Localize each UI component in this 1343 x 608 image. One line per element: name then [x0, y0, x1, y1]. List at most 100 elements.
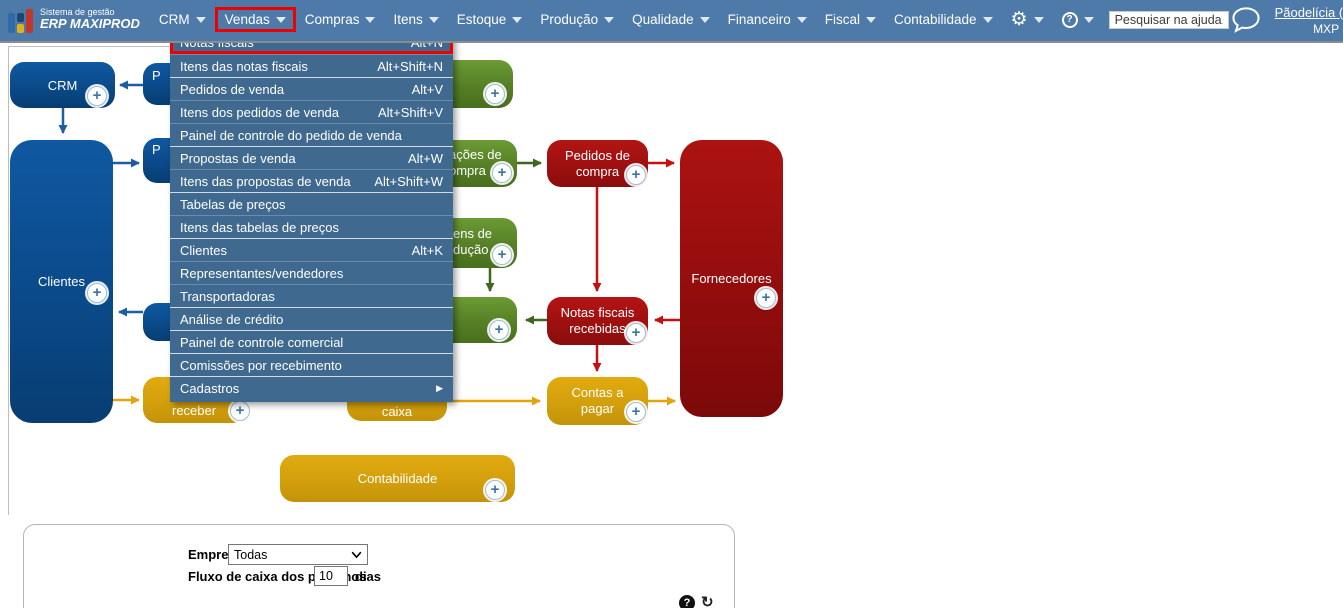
- chat-bubble-icon[interactable]: [1229, 5, 1263, 34]
- pedidos-compra-label-line1: Pedidos de: [564, 147, 631, 163]
- empresa-select[interactable]: Todas: [228, 544, 368, 565]
- logo-square-navy: [17, 12, 24, 22]
- chevron-down-icon: [428, 16, 439, 23]
- menu-item-transportadoras[interactable]: Transportadoras: [170, 284, 453, 307]
- partial-label: receber: [172, 403, 217, 418]
- menu-item-label: Clientes: [180, 242, 227, 258]
- partial-label: P: [152, 68, 161, 83]
- gear-icon: ⚙: [1010, 9, 1028, 30]
- menu-financeiro-label: Financeiro: [727, 12, 791, 27]
- crm-add-button[interactable]: +: [87, 86, 107, 106]
- dias-suffix-label: dias: [355, 569, 382, 584]
- menu-compras[interactable]: Compras: [296, 8, 385, 31]
- flow-box-clientes-label: Clientes: [38, 274, 85, 289]
- menu-item-comissoes[interactable]: Comissões por recebimento: [170, 353, 453, 376]
- chevron-down-icon: [982, 16, 993, 23]
- menu-item-propostas-venda[interactable]: Propostas de venda Alt+W: [170, 146, 453, 169]
- menu-item-cadastros[interactable]: Cadastros ▶: [170, 376, 453, 399]
- empresa-select-value: Todas: [234, 547, 268, 562]
- dias-input[interactable]: [314, 566, 348, 586]
- menu-financeiro[interactable]: Financeiro: [719, 8, 816, 31]
- menu-item-itens-pedidos-venda[interactable]: Itens dos pedidos de venda Alt+Shift+V: [170, 100, 453, 123]
- chevron-down-icon: [796, 16, 807, 23]
- menu-contabilidade[interactable]: Contabilidade: [885, 8, 1002, 31]
- menu-fiscal-label: Fiscal: [824, 12, 860, 27]
- menu-crm[interactable]: CRM: [150, 8, 215, 31]
- chevron-down-icon: [604, 16, 615, 23]
- partial-label-line1: ens de: [453, 226, 493, 241]
- menu-item-tabelas-precos[interactable]: Tabelas de preços: [170, 192, 453, 215]
- user-org-switcher[interactable]: MXP: [1275, 22, 1343, 36]
- pedidos-compra-add-button[interactable]: +: [626, 165, 646, 185]
- logo-square-blue: [8, 12, 15, 33]
- contas-receber-add-button[interactable]: +: [230, 401, 250, 421]
- menu-crm-label: CRM: [158, 12, 190, 27]
- cotacoes-add-button[interactable]: +: [492, 163, 512, 183]
- menu-item-painel-comercial[interactable]: Painel de controle comercial: [170, 330, 453, 353]
- menu-item-itens-tabelas-precos[interactable]: Itens das tabelas de preços: [170, 215, 453, 238]
- contas-pagar-label-line2: pagar: [580, 401, 615, 416]
- user-account-link[interactable]: Pãodelícia (...: [1275, 5, 1343, 20]
- notas-recebidas-label-line2: recebidas: [569, 321, 626, 336]
- refresh-icon[interactable]: ↻: [701, 593, 714, 608]
- help-menu[interactable]: ?: [1053, 8, 1103, 32]
- top-navigation-bar: Sistema de gestão ERP MAXIPROD CRM Venda…: [0, 0, 1343, 43]
- menu-qualidade[interactable]: Qualidade: [623, 8, 719, 31]
- itens-add-button[interactable]: +: [485, 84, 505, 104]
- partial-label: caixa: [381, 404, 413, 419]
- clientes-add-button[interactable]: +: [87, 283, 107, 303]
- menu-item-label: Painel de controle comercial: [180, 334, 344, 350]
- chevron-down-icon: [275, 16, 286, 23]
- menu-compras-label: Compras: [304, 12, 360, 27]
- logo-icon: [8, 7, 33, 33]
- menu-itens[interactable]: Itens: [384, 8, 447, 31]
- menu-estoque[interactable]: Estoque: [448, 8, 532, 31]
- menu-item-label: Análise de crédito: [180, 311, 284, 327]
- notas-recebidas-label-line1: Notas fiscais: [560, 305, 635, 320]
- menu-item-itens-notas-fiscais[interactable]: Itens das notas fiscais Alt+Shift+N: [170, 54, 453, 77]
- menu-item-itens-propostas-venda[interactable]: Itens das propostas de venda Alt+Shift+W: [170, 169, 453, 192]
- chevron-down-icon: [699, 16, 710, 23]
- flow-box-crm-label: CRM: [47, 77, 78, 93]
- menu-item-clientes[interactable]: Clientes Alt+K: [170, 238, 453, 261]
- help-search-input[interactable]: [1108, 10, 1229, 29]
- flow-box-fornecedores[interactable]: Fornecedores +: [680, 140, 783, 417]
- partial-label: P: [152, 142, 161, 157]
- contabilidade-add-button[interactable]: +: [485, 480, 505, 500]
- menu-contabilidade-label: Contabilidade: [893, 12, 977, 27]
- menu-item-representantes[interactable]: Representantes/vendedores: [170, 261, 453, 284]
- partial-label-line2: ompra: [449, 163, 486, 178]
- menu-item-shortcut: Alt+V: [411, 81, 443, 97]
- flow-box-crm[interactable]: CRM +: [10, 62, 115, 108]
- app-logo[interactable]: Sistema de gestão ERP MAXIPROD: [8, 7, 140, 33]
- flow-box-contas-a-pagar[interactable]: Contas a pagar +: [547, 377, 648, 425]
- menu-item-label: Itens das tabelas de preços: [180, 219, 339, 235]
- flow-box-notas-fiscais-recebidas[interactable]: Notas fiscais recebidas +: [547, 297, 648, 345]
- menu-item-label: Tabelas de preços: [180, 196, 286, 212]
- menu-item-pedidos-venda[interactable]: Pedidos de venda Alt+V: [170, 77, 453, 100]
- ordens-add-button[interactable]: +: [492, 245, 512, 265]
- menu-item-analise-credito[interactable]: Análise de crédito: [170, 307, 453, 330]
- fornecedores-add-button[interactable]: +: [756, 288, 776, 308]
- panel-help-icon[interactable]: ?: [679, 595, 695, 608]
- menu-item-label: Representantes/vendedores: [180, 265, 344, 281]
- menu-item-label: Itens dos pedidos de venda: [180, 104, 340, 120]
- flow-box-clientes[interactable]: Clientes +: [10, 140, 113, 423]
- fornecedores-label: Fornecedores: [691, 271, 772, 286]
- notas-recebidas-add-button[interactable]: +: [626, 323, 646, 343]
- flow-box-pedidos-compra[interactable]: Pedidos de compra +: [547, 140, 648, 187]
- contas-pagar-add-button[interactable]: +: [626, 402, 646, 422]
- menu-itens-label: Itens: [393, 12, 423, 27]
- menu-vendas[interactable]: Vendas: [214, 7, 296, 32]
- menu-item-label: Itens das notas fiscais: [180, 58, 308, 74]
- menu-producao[interactable]: Produção: [531, 8, 623, 31]
- settings-menu[interactable]: ⚙: [1002, 6, 1053, 33]
- menu-fiscal[interactable]: Fiscal: [816, 8, 885, 31]
- menu-item-painel-pedido-venda[interactable]: Painel de controle do pedido de venda: [170, 123, 453, 146]
- flow-box-contabilidade[interactable]: Contabilidade +: [280, 455, 515, 502]
- chevron-down-icon: [365, 16, 376, 23]
- menu-vendas-label: Vendas: [224, 12, 270, 27]
- estoque-add-button[interactable]: +: [489, 320, 509, 340]
- menu-item-shortcut: Alt+Shift+V: [377, 104, 443, 120]
- logo-brand: ERP MAXIPROD: [40, 16, 140, 32]
